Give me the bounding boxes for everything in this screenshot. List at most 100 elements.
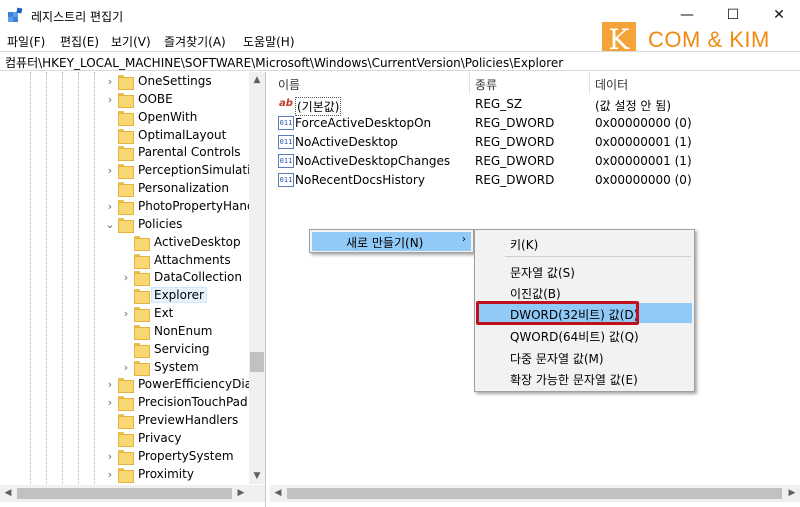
menu-favorites[interactable]: 즐겨찾기(A) <box>164 33 226 50</box>
submenu-item-qword-value[interactable]: QWORD(64비트) 값(Q) <box>477 325 692 345</box>
scroll-up-icon[interactable]: ▲ <box>249 72 265 88</box>
value-row[interactable]: ab (기본값) REG_SZ (값 설정 안 됨) <box>270 95 800 116</box>
submenu-item-label: QWORD(64비트) 값(Q) <box>510 330 639 344</box>
scroll-left-icon[interactable]: ◀ <box>270 485 286 502</box>
value-data: 0x00000000 (0) <box>595 116 692 130</box>
scroll-thumb[interactable] <box>17 488 232 499</box>
expand-chevron-icon[interactable]: › <box>120 271 132 285</box>
column-header-name[interactable]: 이름 <box>278 72 300 94</box>
folder-icon <box>118 182 134 198</box>
context-menu: 새로 만들기(N) › <box>309 229 474 253</box>
scroll-left-icon[interactable]: ◀ <box>0 485 16 502</box>
menu-separator <box>505 256 691 257</box>
submenu-item-multi-string-value[interactable]: 다중 문자열 값(M) <box>477 347 692 367</box>
value-type: REG_DWORD <box>475 135 555 149</box>
value-row[interactable]: 011 NoActiveDesktopChanges REG_DWORD 0x0000… <box>270 152 800 171</box>
key-tree-pane[interactable]: › OneSettings › OOBE OpenWith OptimalLayout Pa… <box>0 72 266 507</box>
column-divider[interactable] <box>589 72 590 94</box>
expand-chevron-icon[interactable]: › <box>104 164 116 178</box>
column-header-data[interactable]: 데이터 <box>595 72 628 94</box>
binary-value-icon: 011 <box>278 154 294 168</box>
menu-help[interactable]: 도움말(H) <box>243 33 295 50</box>
folder-icon <box>118 432 134 447</box>
value-data: 0x00000001 (1) <box>595 135 692 149</box>
list-horizontal-scrollbar[interactable]: ◀ ▶ <box>270 485 800 502</box>
expand-chevron-icon[interactable]: › <box>120 361 132 375</box>
tree-item-label: Personalization <box>138 181 229 196</box>
address-bar[interactable]: 컴퓨터\HKEY_LOCAL_MACHINE\SOFTWARE\Microsof… <box>0 51 800 71</box>
tree-horizontal-scrollbar[interactable]: ◀ ▶ <box>0 485 265 502</box>
tree-item-label: Ext <box>154 306 174 321</box>
folder-icon <box>118 164 134 180</box>
tree-item-label: NonEnum <box>154 323 213 338</box>
value-row[interactable]: 011 NoRecentDocsHistory REG_DWORD 0x0000000… <box>270 171 800 190</box>
expand-chevron-icon[interactable]: › <box>120 307 132 321</box>
value-data: (값 설정 안 됨) <box>595 99 672 113</box>
expand-chevron-icon[interactable]: › <box>104 200 116 214</box>
menu-edit[interactable]: 편집(E) <box>60 33 99 50</box>
expand-chevron-icon[interactable]: ⌄ <box>104 218 116 232</box>
submenu-item-label: 키(K) <box>510 238 539 252</box>
scroll-thumb[interactable] <box>287 488 782 499</box>
new-menu-item[interactable]: 새로 만들기(N) › <box>312 232 471 251</box>
column-header-type[interactable]: 종류 <box>475 72 497 94</box>
tree-guide-line <box>78 72 79 484</box>
submenu-item-key[interactable]: 키(K) <box>477 233 692 253</box>
annotation-highlight-box <box>476 301 639 325</box>
tree-item-label: OptimalLayout <box>138 127 227 142</box>
column-divider[interactable] <box>469 72 470 94</box>
value-data: 0x00000001 (1) <box>595 154 692 168</box>
value-type: REG_SZ <box>475 97 523 111</box>
tree-vertical-scrollbar[interactable]: ▲ ▼ <box>249 72 265 484</box>
submenu-item-label: 문자열 값(S) <box>510 266 575 280</box>
tree-item-label: PowerEfficiencyDiagnostics <box>138 377 265 392</box>
binary-value-icon: 011 <box>278 173 294 187</box>
tree-item-label: OOBE <box>138 91 173 106</box>
folder-icon <box>134 324 150 340</box>
folder-icon <box>118 449 134 465</box>
expand-chevron-icon[interactable]: › <box>104 378 116 392</box>
expand-chevron-icon[interactable]: › <box>104 450 116 464</box>
scroll-right-icon[interactable]: ▶ <box>784 485 800 502</box>
tree-guide-line <box>46 72 47 484</box>
expand-chevron-icon[interactable]: › <box>104 93 116 107</box>
tree-item-label: Explorer <box>151 287 207 304</box>
scroll-thumb[interactable] <box>250 352 264 372</box>
binary-value-icon: 011 <box>278 135 294 149</box>
folder-icon <box>118 146 134 162</box>
scroll-down-icon[interactable]: ▼ <box>249 468 265 484</box>
submenu-item-expandable-string-value[interactable]: 확장 가능한 문자열 값(E) <box>477 368 692 388</box>
tree-item-label: Privacy <box>138 431 182 445</box>
folder-icon <box>134 271 150 287</box>
tree-item-label: PreviewHandlers <box>138 413 239 428</box>
tree-item-label: PropertySystem <box>138 448 234 463</box>
address-path[interactable]: 컴퓨터\HKEY_LOCAL_MACHINE\SOFTWARE\Microsof… <box>5 54 563 71</box>
folder-icon <box>118 75 134 90</box>
expand-chevron-icon[interactable]: › <box>104 75 116 89</box>
menu-file[interactable]: 파일(F) <box>7 33 45 50</box>
string-value-icon: ab <box>279 98 293 109</box>
submenu-item-binary-value[interactable]: 이진값(B) <box>477 282 692 302</box>
submenu-item-string-value[interactable]: 문자열 값(S) <box>477 261 692 281</box>
tree-item-label: Proximity <box>138 466 194 481</box>
expand-chevron-icon[interactable]: › <box>104 468 116 482</box>
value-row[interactable]: 011 NoActiveDesktop REG_DWORD 0x00000001 (1… <box>270 133 800 152</box>
tree-guide-line <box>94 72 95 484</box>
expand-chevron-icon[interactable]: › <box>104 396 116 410</box>
tree-item-label: Attachments <box>154 252 231 267</box>
value-type: REG_DWORD <box>475 173 555 187</box>
submenu-arrow-icon: › <box>462 234 466 245</box>
menu-view[interactable]: 보기(V) <box>111 33 151 50</box>
scroll-right-icon[interactable]: ▶ <box>233 485 249 502</box>
value-name: NoActiveDesktopChanges <box>295 154 451 168</box>
submenu-item-label: 다중 문자열 값(M) <box>510 352 604 366</box>
folder-icon <box>134 289 150 305</box>
value-row[interactable]: 011 ForceActiveDesktopOn REG_DWORD 0x000000… <box>270 114 800 133</box>
tree-item-label: PerceptionSimulation <box>138 163 266 178</box>
